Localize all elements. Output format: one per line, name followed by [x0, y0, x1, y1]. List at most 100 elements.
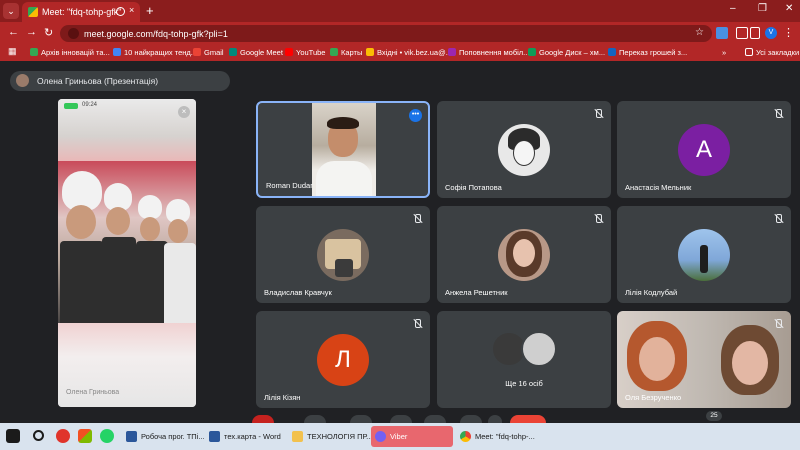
reload-button[interactable]: ↻	[44, 26, 53, 39]
maximize-button[interactable]: ❐	[758, 3, 767, 14]
url-text: meet.google.com/fdq-tohp-gfk?pli=1	[84, 29, 228, 39]
phone-close-icon: ×	[178, 106, 190, 118]
site-info-icon[interactable]	[68, 28, 79, 39]
bookmark-item[interactable]: Вхідні • vik.bez.ua@...	[366, 48, 452, 57]
control-button[interactable]	[252, 415, 274, 423]
bookmark-item[interactable]: 10 найкращих тенд...	[113, 48, 197, 57]
chef-face	[168, 219, 188, 243]
control-button[interactable]	[424, 415, 446, 423]
back-button[interactable]: ←	[8, 26, 19, 38]
bookmark-icon	[528, 48, 536, 56]
more-participants-tile[interactable]: Ще 16 осіб	[437, 311, 611, 408]
phone-time: 09:24	[82, 102, 98, 108]
meet-stage: Олена Гриньова (Презентація) 09:24 × Оле…	[0, 61, 800, 423]
participant-tile[interactable]: Л Лілія Кізян	[256, 311, 430, 408]
participant-video	[312, 103, 376, 196]
folder-icon	[292, 431, 303, 442]
taskbar-item[interactable]: тех.карта - Word	[205, 426, 285, 447]
participant-count-badge[interactable]: 25	[706, 411, 722, 421]
chef-hat	[138, 195, 162, 219]
chef-apron	[60, 241, 104, 323]
control-button[interactable]	[488, 415, 502, 423]
tab-meet[interactable]: Meet: "fdq-tohp-gfk" ×	[22, 2, 140, 22]
bookmark-item[interactable]: Google Диск – хм...	[528, 48, 605, 57]
presentation-screen[interactable]: 09:24 × Олена Гриньова	[58, 99, 196, 407]
bookmark-item[interactable]: YouTube	[285, 48, 325, 57]
forward-button[interactable]: →	[26, 26, 37, 38]
participant-tile[interactable]: ••• Roman Dudar	[256, 101, 430, 198]
phone-caption: Олена Гриньова	[66, 389, 120, 396]
participant-tile[interactable]: A Анастасія Мельник	[617, 101, 791, 198]
participant-hair	[327, 117, 359, 129]
extensions-icon[interactable]	[736, 27, 748, 39]
taskbar-item[interactable]: Meet: "fdq-tohp-...	[456, 426, 540, 447]
mic-off-icon	[412, 319, 422, 329]
all-bookmarks-folder[interactable]: Усі закладки	[745, 48, 799, 57]
tab-strip: ⌄ Meet: "fdq-tohp-gfk" × + – ❐ ✕	[0, 0, 800, 22]
tab-search-button[interactable]: ⌄	[3, 3, 19, 19]
search-icon[interactable]	[33, 430, 44, 441]
bookmark-item[interactable]: Gmail	[193, 48, 224, 57]
participant-tile[interactable]: Анжела Решетник	[437, 206, 611, 303]
store-icon[interactable]	[78, 429, 92, 443]
participant-avatar	[521, 331, 557, 367]
taskbar-item-active[interactable]: Viber	[371, 426, 453, 447]
bookmark-item[interactable]: Карты	[330, 48, 362, 57]
leave-call-button[interactable]	[510, 415, 546, 423]
participant-hair	[721, 325, 779, 395]
bookmark-icon	[285, 48, 293, 56]
address-bar[interactable]: meet.google.com/fdq-tohp-gfk?pli=1 ☆	[60, 25, 712, 42]
chef-face	[140, 217, 160, 241]
participant-tile[interactable]: Софія Потапова	[437, 101, 611, 198]
blurred-area	[58, 99, 196, 161]
profile-avatar[interactable]: V	[765, 27, 777, 39]
participant-hair	[627, 321, 687, 391]
participant-avatar	[317, 229, 369, 281]
participant-tile[interactable]: Оля Безрученко	[617, 311, 791, 408]
taskbar-item[interactable]: ТЕХНОЛОГІЯ ПР...	[288, 426, 372, 447]
more-options-button[interactable]: •••	[409, 109, 422, 122]
participant-tile[interactable]: Владислав Кравчук	[256, 206, 430, 303]
menu-icon[interactable]: ⋮	[783, 26, 794, 39]
bookmark-item[interactable]: Переказ грошей з...	[608, 48, 687, 57]
bookmarks-more-button[interactable]: »	[722, 48, 726, 57]
bookmark-item[interactable]: Google Meet	[229, 48, 283, 57]
participant-name: Лілія Кізян	[264, 393, 301, 402]
bookmark-icon	[366, 48, 374, 56]
participant-avatar	[498, 124, 550, 176]
opera-icon[interactable]	[56, 429, 70, 443]
translate-icon[interactable]	[716, 27, 728, 39]
new-tab-button[interactable]: +	[146, 3, 154, 18]
participant-tile[interactable]: Лілія Кодлубай	[617, 206, 791, 303]
viber-icon	[375, 431, 386, 442]
meet-favicon-icon	[28, 7, 38, 17]
close-window-button[interactable]: ✕	[785, 3, 793, 14]
mic-off-icon	[773, 214, 783, 224]
start-icon[interactable]	[6, 429, 20, 443]
apps-icon[interactable]: ▦	[8, 46, 17, 57]
control-button[interactable]	[304, 415, 326, 423]
bookmark-icon	[448, 48, 456, 56]
tab-close-icon[interactable]: ×	[129, 5, 134, 15]
bookmark-star-icon[interactable]: ☆	[695, 27, 704, 38]
bookmark-item[interactable]: Архів інновацій та...	[30, 48, 110, 57]
participant-name: Владислав Кравчук	[264, 288, 332, 297]
bookmark-icon	[608, 48, 616, 56]
side-panel-icon[interactable]	[750, 27, 760, 39]
chefs-photo	[58, 161, 196, 323]
control-button[interactable]	[350, 415, 372, 423]
control-button[interactable]	[390, 415, 412, 423]
bookmark-icon	[330, 48, 338, 56]
folder-icon	[745, 48, 753, 56]
presenter-avatar	[16, 74, 29, 87]
control-button[interactable]	[460, 415, 482, 423]
more-participants-label: Ще 16 осіб	[505, 379, 543, 388]
whatsapp-icon[interactable]	[100, 429, 114, 443]
bookmark-item[interactable]: Поповнення мобіл...	[448, 48, 529, 57]
minimize-button[interactable]: –	[730, 3, 736, 14]
participant-name: Анжела Решетник	[445, 288, 508, 297]
taskbar-item[interactable]: Робоча прог. ТПі...	[122, 426, 205, 447]
chef-apron	[102, 237, 136, 323]
presenter-chip[interactable]: Олена Гриньова (Презентація)	[10, 71, 230, 91]
participant-name: Roman Dudar	[266, 181, 313, 190]
